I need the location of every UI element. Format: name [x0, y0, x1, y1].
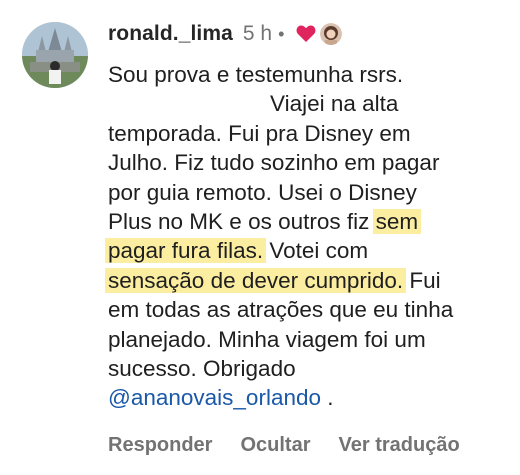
author-like-avatar [320, 23, 343, 45]
timestamp: 5 h [242, 22, 273, 45]
comment-text: Votei com [263, 238, 369, 264]
comment-line: @ananovais_orlando . [108, 383, 508, 412]
comment-line: sensação de dever cumprido. Fui [105, 266, 508, 295]
comment-body: Sou prova e testemunha rsrs. Viajei na a… [105, 60, 508, 413]
username-link[interactable]: ronald._lima [108, 22, 233, 46]
heart-icon[interactable] [296, 25, 316, 43]
comment-line: por guia remoto. Usei o Disney [108, 179, 417, 205]
comment-line: planejado. Minha viagem foi um [108, 326, 426, 352]
comment-text: . [321, 385, 334, 411]
comment-line: sucesso. Obrigado [108, 356, 296, 382]
mention-link[interactable]: @ananovais_orlando [108, 385, 321, 410]
comment-text: Fui [403, 267, 441, 293]
comment-actions: Responder Ocultar Ver tradução [108, 434, 488, 457]
comment-line: pagar fura filas. Votei com [105, 236, 508, 265]
highlighted-text: sem [372, 209, 422, 235]
comment-line: Plus no MK e os outros fiz sem [108, 207, 508, 236]
comment: ronald._lima 5 h • Sou prova e testemunh… [0, 0, 520, 475]
user-avatar[interactable] [22, 22, 88, 88]
see-translation-button[interactable]: Ver tradução [339, 434, 460, 457]
comment-header: ronald._lima 5 h • [108, 18, 343, 50]
highlighted-text: sensação de dever cumprido. [105, 267, 407, 293]
comment-text: Plus no MK e os outros fiz [108, 209, 376, 235]
comment-line: Sou prova e testemunha rsrs. [108, 62, 404, 87]
hide-button[interactable]: Ocultar [240, 434, 310, 457]
comment-line: em todas as atrações que eu tinha [108, 297, 454, 323]
highlighted-text: pagar fura filas. [105, 238, 267, 264]
comment-line: Julho. Fiz tudo sozinho em pagar [108, 150, 440, 176]
comment-line: Viajei na alta [270, 91, 399, 117]
comment-line: temporada. Fui pra Disney em [108, 120, 411, 146]
separator-dot: • [278, 23, 285, 44]
reply-button[interactable]: Responder [108, 434, 212, 457]
